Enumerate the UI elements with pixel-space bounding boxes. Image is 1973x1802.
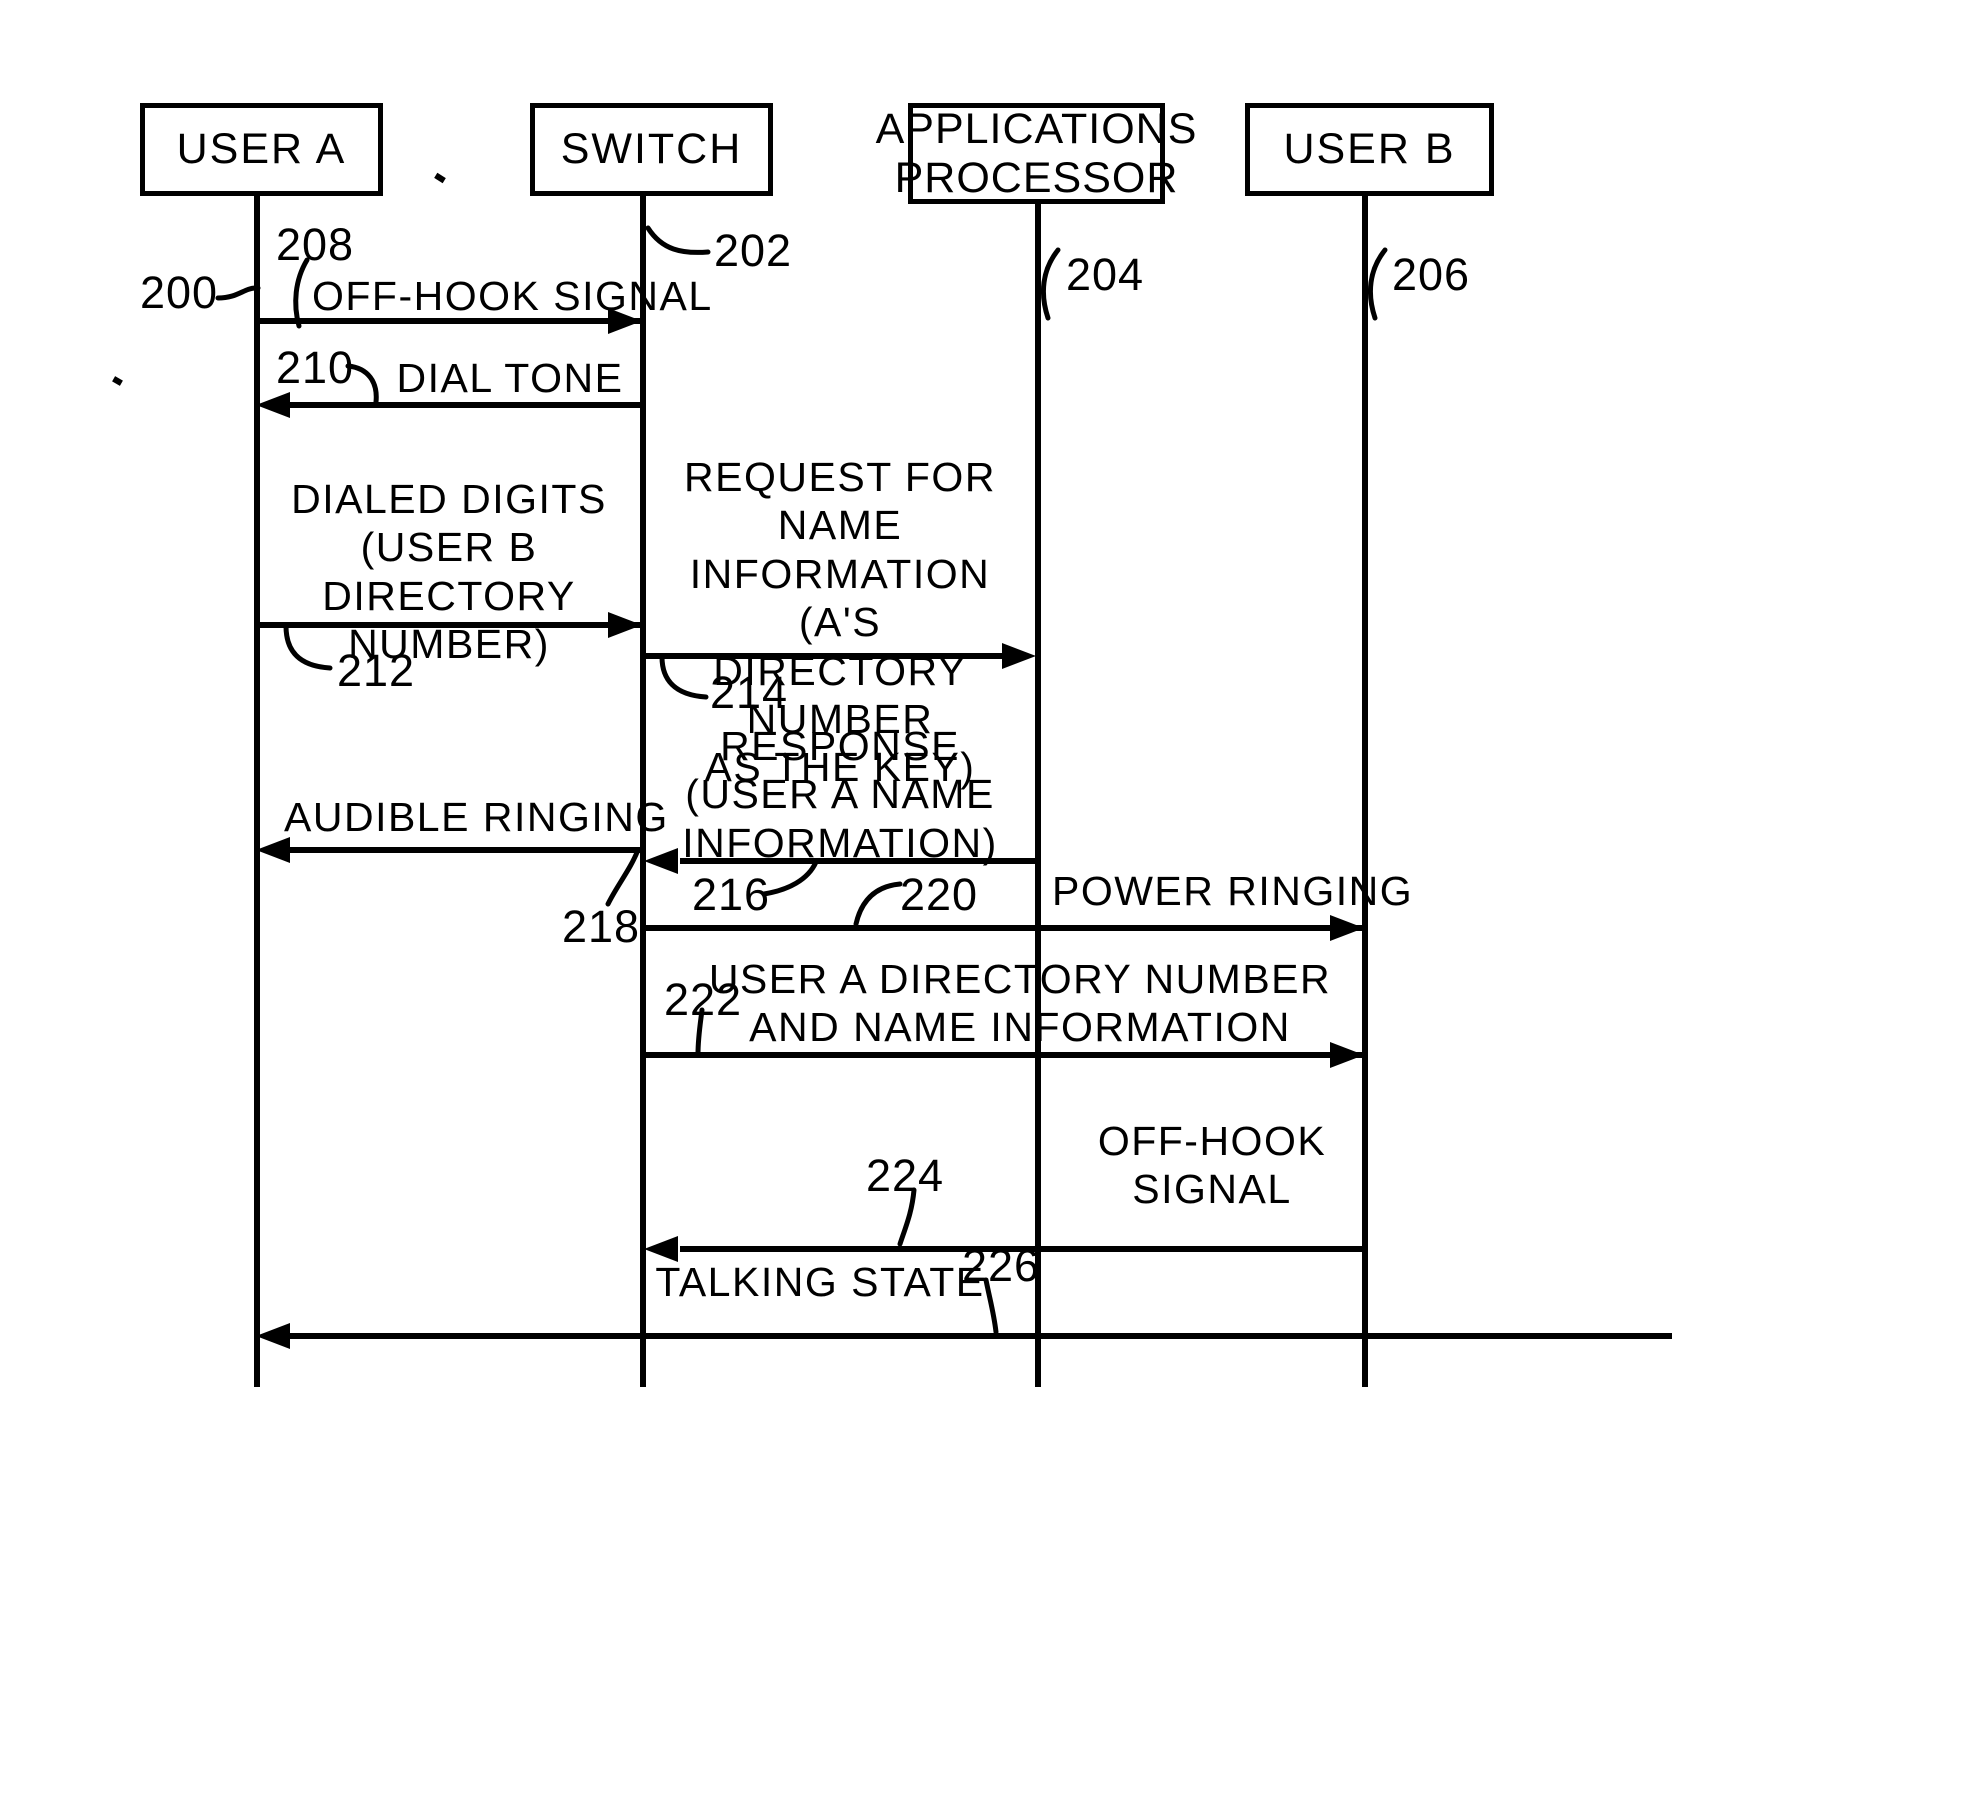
- arrowhead-talking-state: [256, 1323, 290, 1349]
- leader-line-202: [645, 225, 711, 255]
- participant-label-applications: APPLICATIONS: [875, 105, 1198, 154]
- lifeline-user-a: [254, 196, 260, 1387]
- message-label-off-hook-signal: OFF-HOOK SIGNAL: [312, 273, 713, 319]
- participant-box-applications-processor: APPLICATIONS PROCESSOR: [876, 103, 1196, 204]
- message-arrow-dial-tone: [290, 402, 640, 408]
- arrowhead-dial-tone: [256, 392, 290, 418]
- message-arrow-off-hook-signal: [258, 318, 640, 324]
- participant-box-switch: SWITCH: [530, 103, 773, 196]
- leader-line-218: [605, 847, 641, 907]
- message-label-power-ringing: POWER RINGING: [1052, 868, 1414, 914]
- participant-label-user-b: USER B: [1283, 125, 1456, 174]
- lifeline-switch: [640, 196, 646, 1387]
- message-arrow-audible-ringing: [290, 847, 640, 853]
- leader-line-200: [215, 285, 261, 301]
- leader-line-214: [659, 654, 709, 700]
- arrowhead-request-for-name-information: [1002, 643, 1036, 669]
- ref-numeral-210: 210: [276, 342, 355, 393]
- arrowhead-power-ringing: [1330, 915, 1364, 941]
- message-arrow-response: [680, 858, 1035, 864]
- arrowhead-response: [644, 848, 678, 874]
- leader-line-224: [897, 1187, 917, 1247]
- figure-canvas: USER A SWITCH APPLICATIONS PROCESSOR USE…: [0, 0, 1973, 1802]
- participant-label-user-a: USER A: [176, 125, 347, 174]
- participant-label-processor: PROCESSOR: [894, 153, 1179, 202]
- participant-box-user-a: USER A: [140, 103, 383, 196]
- message-label-dial-tone: DIAL TONE: [396, 355, 624, 401]
- stray-mark: [434, 172, 446, 184]
- arrowhead-off-hook-signal: [608, 308, 642, 334]
- message-label-response: RESPONSE (USER A NAME INFORMATION): [682, 723, 998, 866]
- leader-line-216: [761, 859, 819, 897]
- arrowhead-audible-ringing: [256, 837, 290, 863]
- leader-line-226: [983, 1277, 999, 1335]
- message-label-audible-ringing: AUDIBLE RINGING: [284, 794, 669, 840]
- leader-line-206: [1367, 247, 1388, 321]
- ref-numeral-214: 214: [710, 667, 789, 718]
- ref-numeral-202: 202: [714, 225, 793, 276]
- stray-mark-2: [112, 376, 123, 386]
- message-label-user-a-directory-number-and-name-information: USER A DIRECTORY NUMBER AND NAME INFORMA…: [708, 956, 1332, 1051]
- arrowhead-user-a-directory-number-and-name-information: [1330, 1042, 1364, 1068]
- participant-box-user-b: USER B: [1245, 103, 1494, 196]
- message-arrow-power-ringing: [644, 925, 1362, 931]
- message-label-off-hook-signal-b: OFF-HOOK SIGNAL: [1097, 1118, 1327, 1213]
- message-label-talking-state: TALKING STATE: [655, 1259, 985, 1305]
- arrowhead-dialed-digits: [608, 612, 642, 638]
- leader-line-222: [695, 1007, 705, 1057]
- leader-line-212: [283, 623, 333, 671]
- lifeline-applications-processor: [1035, 204, 1041, 1387]
- message-arrow-user-a-directory-number-and-name-information: [644, 1052, 1362, 1058]
- participant-label-switch: SWITCH: [560, 125, 743, 174]
- ref-numeral-200: 200: [140, 267, 219, 318]
- ref-numeral-216: 216: [692, 869, 771, 920]
- ref-numeral-220: 220: [900, 869, 979, 920]
- ref-numeral-212: 212: [337, 645, 416, 696]
- leader-line-204: [1040, 247, 1061, 321]
- leader-line-220: [853, 881, 903, 927]
